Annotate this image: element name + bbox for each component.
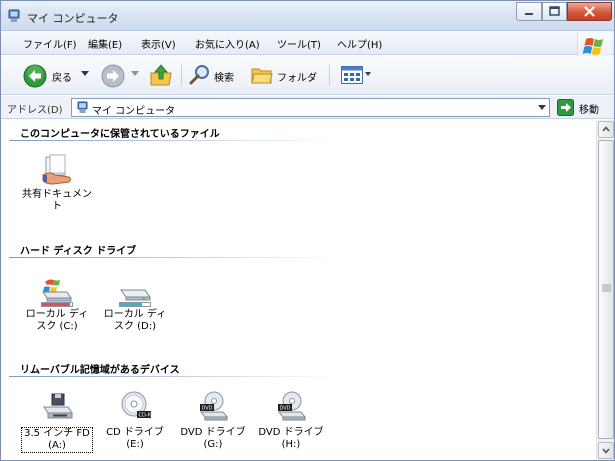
address-bar: アドレス(D) マイ コンピュータ 移動 (1, 96, 614, 119)
group-divider (9, 376, 339, 377)
views-icon[interactable] (341, 66, 363, 84)
item-local-disk-d[interactable]: ローカル ディスク (D:) (99, 273, 171, 339)
toolbar-separator (181, 64, 182, 86)
item-label: CD ドライブ (E:) (106, 427, 164, 450)
menu-help[interactable]: ヘルプ(H) (337, 36, 382, 51)
vertical-scrollbar[interactable] (596, 120, 614, 460)
address-dropdown-icon[interactable] (538, 105, 546, 110)
toolbar-separator (329, 64, 330, 86)
window-title: マイ コンピュータ (27, 12, 119, 25)
item-cd-drive-e[interactable]: CD-R CD ドライブ (E:) (99, 391, 171, 457)
forward-dropdown-icon[interactable] (131, 71, 139, 77)
item-label: 共有ドキュメント (22, 189, 92, 212)
item-floppy-a[interactable]: 3.5 インチ FD (A:) (21, 391, 93, 457)
file-list-view[interactable]: このコンピュータに保管されているファイル 共有ドキュメント ハード ディスク ド… (1, 120, 596, 460)
group-divider (9, 140, 339, 141)
scroll-thumb[interactable] (598, 140, 614, 439)
title-bar[interactable]: マイ コンピュータ (1, 1, 614, 31)
item-label: 3.5 インチ FD (A:) (21, 427, 93, 453)
item-shared-documents[interactable]: 共有ドキュメント (21, 153, 93, 219)
chevron-up-icon (602, 126, 610, 132)
search-icon[interactable] (189, 64, 211, 86)
group-header-stored-files: このコンピュータに保管されているファイル (20, 129, 220, 140)
computer-icon (77, 101, 88, 113)
svg-text:DVD: DVD (280, 406, 291, 412)
disk-usage-bar (119, 302, 151, 307)
shared-documents-icon (42, 154, 71, 185)
address-value: マイ コンピュータ (92, 106, 176, 117)
dvd-drive-icon: DVD (277, 391, 307, 421)
folders-icon[interactable] (251, 65, 273, 85)
menu-bar: ファイル(F) 編集(E) 表示(V) お気に入り(A) ツール(T) ヘルプ(… (1, 31, 614, 60)
go-arrow-icon[interactable] (557, 99, 574, 116)
up-folder-icon[interactable] (149, 63, 173, 87)
minimize-icon (525, 13, 533, 15)
menu-favorites[interactable]: お気に入り(A) (195, 36, 260, 51)
toolbar: 戻る 検索 フォルダ (1, 56, 614, 95)
maximize-icon (549, 6, 560, 16)
item-label: ローカル ディスク (C:) (25, 309, 89, 332)
go-button-label[interactable]: 移動 (579, 101, 599, 116)
views-dropdown-icon[interactable] (365, 72, 371, 76)
minimize-button[interactable] (516, 2, 542, 21)
item-local-disk-c[interactable]: ローカル ディスク (C:) (21, 273, 93, 339)
address-label: アドレス(D) (7, 105, 63, 116)
svg-text:DVD: DVD (202, 406, 213, 412)
menu-view[interactable]: 表示(V) (141, 36, 176, 51)
menu-file[interactable]: ファイル(F) (23, 36, 77, 51)
item-dvd-drive-h[interactable]: DVD DVD ドライブ (H:) (255, 391, 327, 457)
forward-arrow-icon[interactable] (101, 64, 125, 88)
folders-button-label[interactable]: フォルダ (277, 69, 317, 84)
scroll-down-button[interactable] (598, 442, 614, 459)
scroll-up-button[interactable] (598, 121, 614, 138)
maximize-button[interactable] (542, 2, 567, 21)
item-label: DVD ドライブ (G:) (180, 427, 246, 450)
back-button-label[interactable]: 戻る (52, 69, 72, 84)
group-header-hard-disk-drives: ハード ディスク ドライブ (20, 246, 137, 257)
explorer-window: マイ コンピュータ ファイル(F) 編集(E) 表示(V) お気に入り(A) ツ… (0, 0, 615, 461)
group-header-removable-devices: リムーバブル記憶域があるデバイス (20, 365, 180, 376)
item-dvd-drive-g[interactable]: DVD DVD ドライブ (G:) (177, 391, 249, 457)
back-dropdown-icon[interactable] (81, 71, 89, 77)
search-button-label[interactable]: 検索 (214, 69, 234, 84)
back-arrow-icon[interactable] (23, 64, 47, 88)
svg-text:CD-R: CD-R (139, 413, 152, 419)
close-icon (584, 6, 595, 17)
address-input[interactable]: マイ コンピュータ (71, 98, 550, 117)
group-divider (9, 257, 339, 258)
disk-usage-bar (41, 302, 73, 307)
computer-icon (8, 9, 20, 22)
menu-tools[interactable]: ツール(T) (277, 36, 321, 51)
cd-drive-icon: CD-R (121, 391, 152, 419)
grip-icon (602, 284, 611, 292)
dvd-drive-icon: DVD (199, 391, 229, 421)
item-label: DVD ドライブ (H:) (258, 427, 324, 450)
chevron-down-icon (602, 448, 610, 454)
floppy-icon (43, 393, 73, 419)
close-button[interactable] (567, 2, 612, 21)
item-label: ローカル ディスク (D:) (103, 309, 167, 332)
menu-edit[interactable]: 編集(E) (88, 36, 122, 51)
